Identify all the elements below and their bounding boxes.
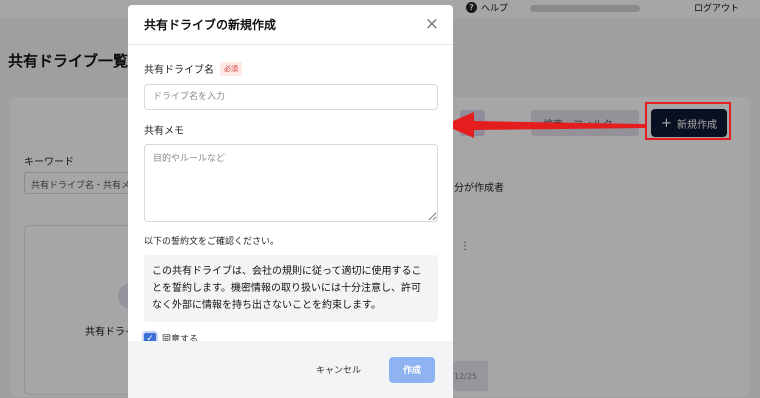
drive-name-label-row: 共有ドライブ名 必須 [144,61,437,76]
cancel-button[interactable]: キャンセル [302,363,375,376]
required-badge: 必須 [220,61,242,76]
dialog-title: 共有ドライブの新規作成 [144,18,277,32]
create-drive-dialog: 共有ドライブの新規作成 × 共有ドライブ名 必須 共有メモ 以下の誓約文をご確認… [128,5,453,398]
create-button[interactable]: 作成 [389,356,435,383]
memo-textarea[interactable] [144,144,438,222]
pledge-intro-text: 以下の誓約文をご確認ください。 [144,237,280,247]
close-icon[interactable]: × [425,16,439,33]
dialog-header: 共有ドライブの新規作成 × [128,5,453,45]
dialog-body: 共有ドライブ名 必須 共有メモ 以下の誓約文をご確認ください。 この共有ドライブ… [128,45,453,345]
drive-name-label: 共有ドライブ名 [144,65,214,76]
dialog-footer: キャンセル 作成 [128,341,453,398]
drive-name-input[interactable] [144,84,438,110]
annotation-highlight-box [645,102,731,140]
pledge-text-box: この共有ドライブは、会社の規則に従って適切に使用することを誓約します。機密情報の… [144,255,438,322]
memo-label: 共有メモ [144,126,184,137]
annotation-arrow-icon [444,112,645,138]
